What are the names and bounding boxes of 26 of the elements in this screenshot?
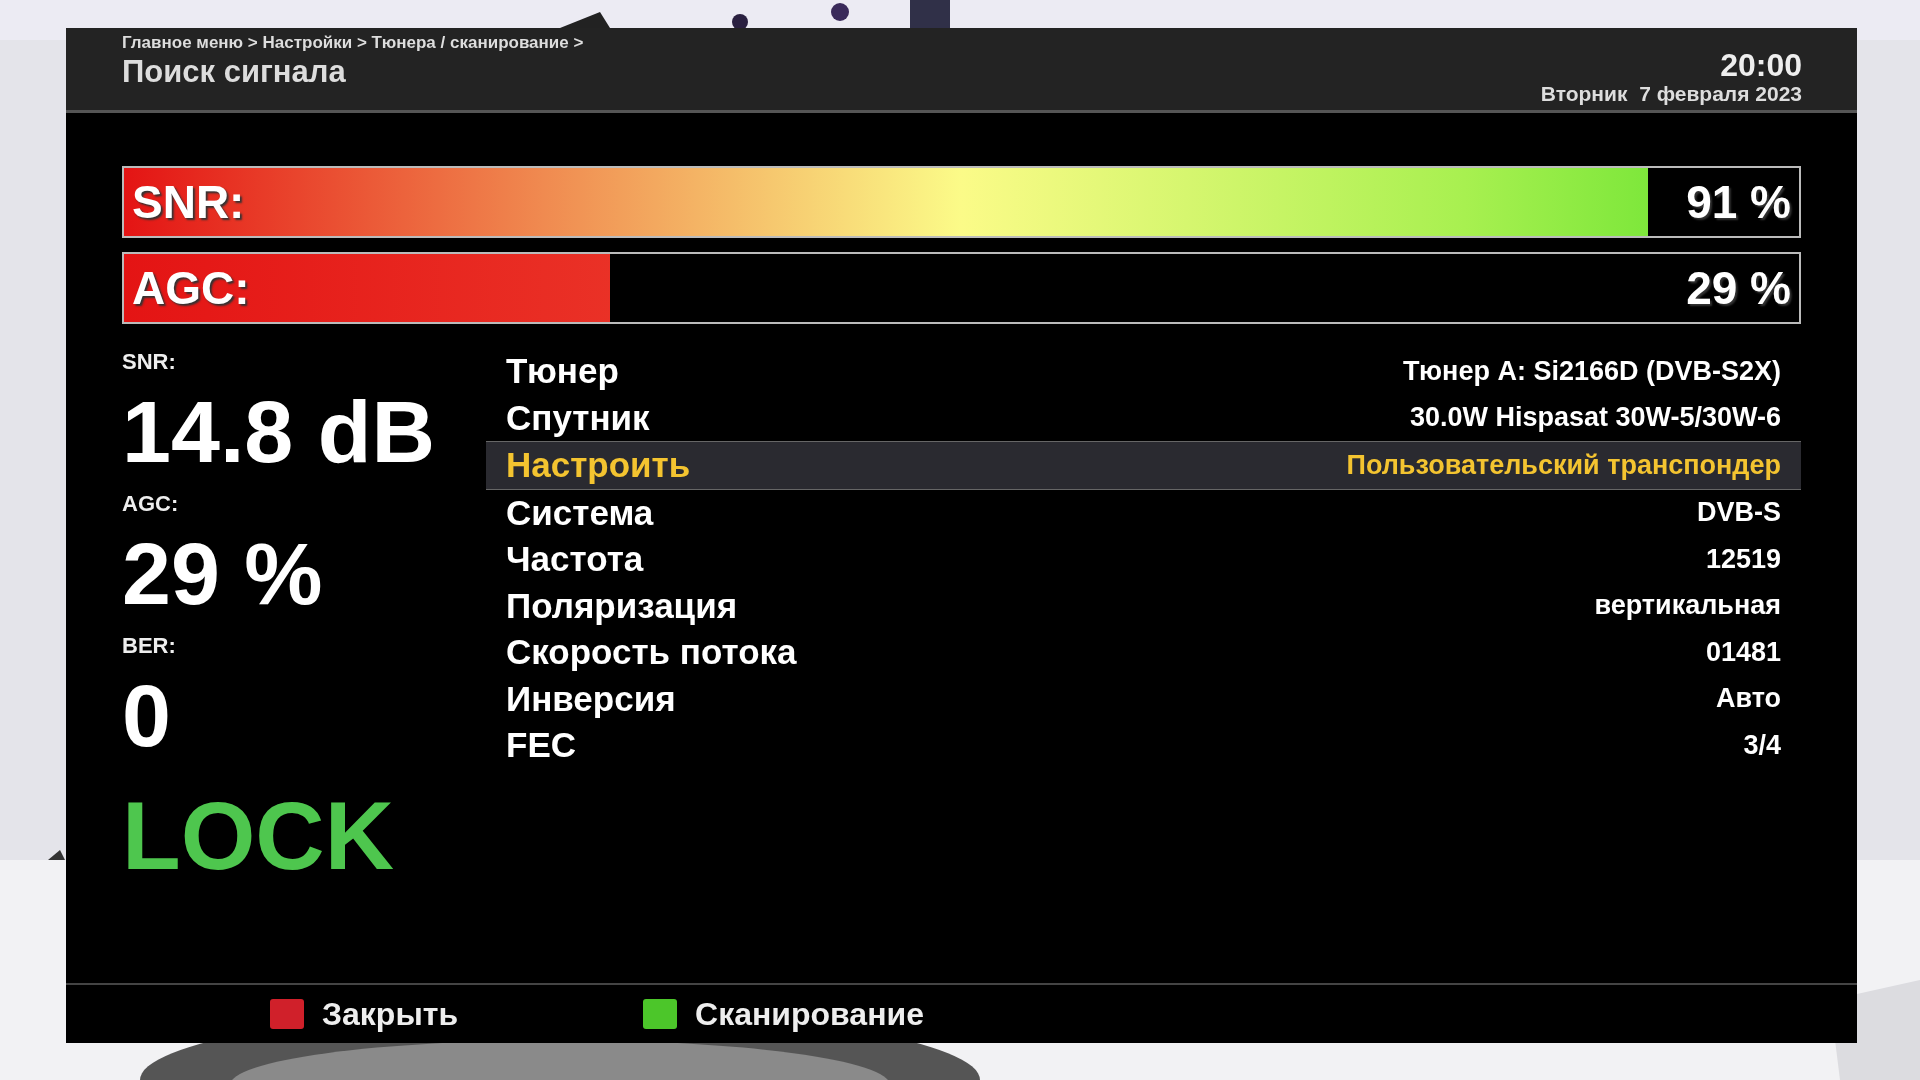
color-key-button[interactable]: Закрыть <box>270 995 459 1033</box>
settings-row[interactable]: Настроить Пользовательский транспондер <box>486 441 1801 490</box>
stat-value: 0 <box>122 665 172 767</box>
meter-reading: 91 % <box>1686 175 1791 229</box>
stat-value: 14.8 dB <box>122 381 437 483</box>
settings-row[interactable]: Тюнер Тюнер A: Si2166D (DVB-S2X) <box>486 348 1801 395</box>
settings-row[interactable]: Скорость потока 01481 <box>486 629 1801 676</box>
stat-value: 29 % <box>122 523 324 625</box>
settings-row[interactable]: Инверсия Авто <box>486 675 1801 722</box>
clock-time: 20:00 <box>1720 48 1802 82</box>
color-key-button[interactable]: Сканирование <box>643 995 924 1033</box>
settings-row[interactable]: Частота 12519 <box>486 536 1801 583</box>
meter-reading: 29 % <box>1686 261 1791 315</box>
screen-title: Поиск сигнала <box>122 54 347 90</box>
lock-status: LOCK <box>122 781 395 891</box>
stat-label: SNR: <box>122 348 177 376</box>
stat-label: AGC: <box>122 490 180 518</box>
date-text: Вторник 7 февраля 2023 <box>1540 82 1802 106</box>
settings-row[interactable]: Поляризация вертикальная <box>486 582 1801 629</box>
settings-row[interactable]: FEC 3/4 <box>486 722 1801 769</box>
settings-row[interactable]: Спутник 30.0W Hispasat 30W-5/30W-6 <box>486 394 1801 441</box>
meter-label: AGC: <box>132 261 250 315</box>
breadcrumb: Главное меню > Настройки > Тюнера / сканирование > <box>122 32 584 54</box>
stat-label: BER: <box>122 632 177 660</box>
settings-row[interactable]: Система DVB-S <box>486 489 1801 536</box>
meter-label: SNR: <box>132 175 245 229</box>
